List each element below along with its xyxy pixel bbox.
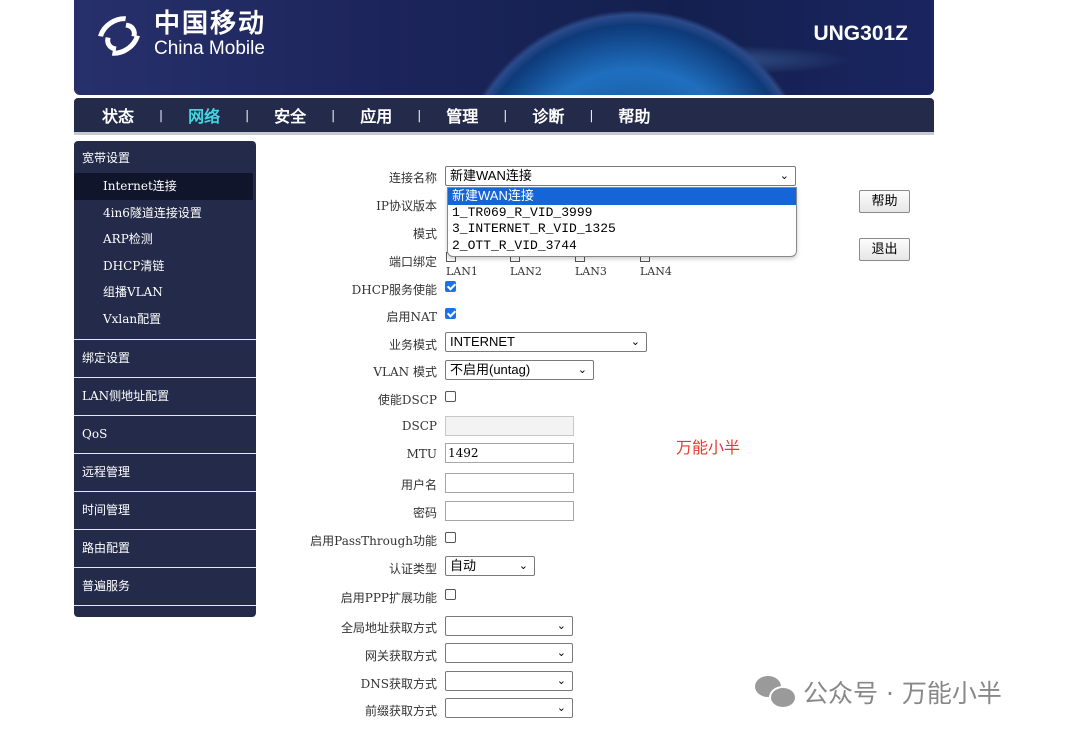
nav-application[interactable]: 应用	[346, 103, 406, 127]
nav-separator: |	[589, 108, 594, 122]
nav-status[interactable]: 状态	[88, 103, 148, 127]
label-port-binding: 端口绑定	[388, 255, 437, 269]
connection-name-select[interactable]: 新建WAN连接 ⌄	[445, 166, 796, 186]
gateway-select[interactable]: ⌄	[445, 643, 573, 663]
dropdown-option[interactable]: 1_TR069_R_VID_3999	[448, 205, 796, 222]
global-addr-select[interactable]: ⌄	[445, 616, 573, 636]
wechat-icon	[755, 676, 797, 709]
main-nav: 状态 | 网络 | 安全 | 应用 | 管理 | 诊断 | 帮助	[74, 98, 934, 135]
chevron-down-icon: ⌄	[556, 647, 566, 659]
auth-type-select[interactable]: 自动 ⌄	[445, 556, 535, 576]
label-nat-enable: 启用NAT	[386, 310, 437, 324]
dropdown-option[interactable]: 新建WAN连接	[448, 188, 796, 205]
watermark-text: 万能小半	[676, 438, 741, 457]
wechat-watermark-text: 公众号 · 万能小半	[803, 679, 1002, 708]
service-mode-select[interactable]: INTERNET ⌄	[445, 332, 647, 352]
connection-name-dropdown: 新建WAN连接 1_TR069_R_VID_3999 3_INTERNET_R_…	[447, 187, 797, 257]
prefix-select[interactable]: ⌄	[445, 698, 573, 718]
password-input[interactable]	[445, 501, 574, 521]
logo-en-text: China Mobile	[154, 38, 265, 59]
passthrough-checkbox[interactable]	[445, 532, 456, 543]
vlan-mode-select[interactable]: 不启用(untag) ⌄	[445, 360, 594, 380]
dhcp-enable-checkbox[interactable]	[445, 281, 456, 292]
dscp-enable-checkbox[interactable]	[445, 391, 456, 402]
label-dscp: DSCP	[401, 419, 437, 433]
logout-button[interactable]: 退出	[859, 238, 910, 261]
chevron-down-icon: ⌄	[577, 364, 587, 376]
nav-security[interactable]: 安全	[260, 103, 320, 127]
label-passthrough: 启用PassThrough功能	[310, 534, 437, 548]
chevron-down-icon: ⌄	[630, 336, 640, 348]
china-mobile-logo-icon	[89, 8, 149, 64]
nav-management[interactable]: 管理	[432, 103, 492, 127]
help-button[interactable]: 帮助	[859, 190, 910, 213]
nav-diagnosis[interactable]: 诊断	[518, 103, 578, 127]
dropdown-option[interactable]: 2_OTT_R_VID_3744	[448, 238, 796, 255]
label-mtu: MTU	[406, 447, 437, 461]
chevron-down-icon: ⌄	[556, 702, 566, 714]
ppp-ext-checkbox[interactable]	[445, 589, 456, 600]
china-mobile-logo: 中国移动 China Mobile	[89, 8, 267, 64]
label-global-addr: 全局地址获取方式	[340, 621, 437, 635]
nav-network[interactable]: 网络	[174, 103, 234, 127]
nav-help[interactable]: 帮助	[604, 103, 664, 127]
dns-select[interactable]: ⌄	[445, 671, 573, 691]
chevron-down-icon: ⌄	[779, 170, 789, 182]
label-dns: DNS获取方式	[360, 677, 437, 691]
label-connection-name: 连接名称	[388, 171, 437, 185]
label-prefix: 前缀获取方式	[364, 704, 437, 718]
device-model: UNG301Z	[813, 22, 908, 45]
nav-separator: |	[417, 108, 422, 122]
username-input[interactable]	[445, 473, 574, 493]
label-dscp-enable: 使能DSCP	[377, 393, 437, 407]
mtu-input[interactable]: 1492	[445, 443, 574, 463]
header-banner: 中国移动 China Mobile UNG301Z	[74, 0, 934, 95]
label-service-mode: 业务模式	[388, 338, 437, 352]
dscp-input[interactable]	[445, 416, 574, 436]
label-mode: 模式	[412, 227, 437, 241]
nav-separator: |	[503, 108, 508, 122]
label-gateway: 网关获取方式	[364, 649, 437, 663]
label-ip-version: IP协议版本	[376, 199, 437, 213]
nav-separator: |	[159, 108, 164, 122]
label-auth-type: 认证类型	[388, 562, 437, 576]
label-ppp-ext: 启用PPP扩展功能	[340, 591, 437, 605]
label-password: 密码	[412, 506, 437, 520]
chevron-down-icon: ⌄	[556, 675, 566, 687]
label-username: 用户名	[400, 478, 437, 492]
wechat-watermark: 公众号 · 万能小半	[755, 674, 1002, 710]
label-vlan-mode: VLAN 模式	[373, 365, 437, 379]
dropdown-option[interactable]: 3_INTERNET_R_VID_1325	[448, 221, 796, 238]
nav-separator: |	[245, 108, 250, 122]
nav-separator: |	[331, 108, 336, 122]
logo-cn-text: 中国移动	[154, 9, 267, 39]
chevron-down-icon: ⌄	[556, 620, 566, 632]
chevron-down-icon: ⌄	[518, 560, 528, 572]
nat-enable-checkbox[interactable]	[445, 308, 456, 319]
label-dhcp-enable: DHCP服务使能	[351, 283, 437, 297]
